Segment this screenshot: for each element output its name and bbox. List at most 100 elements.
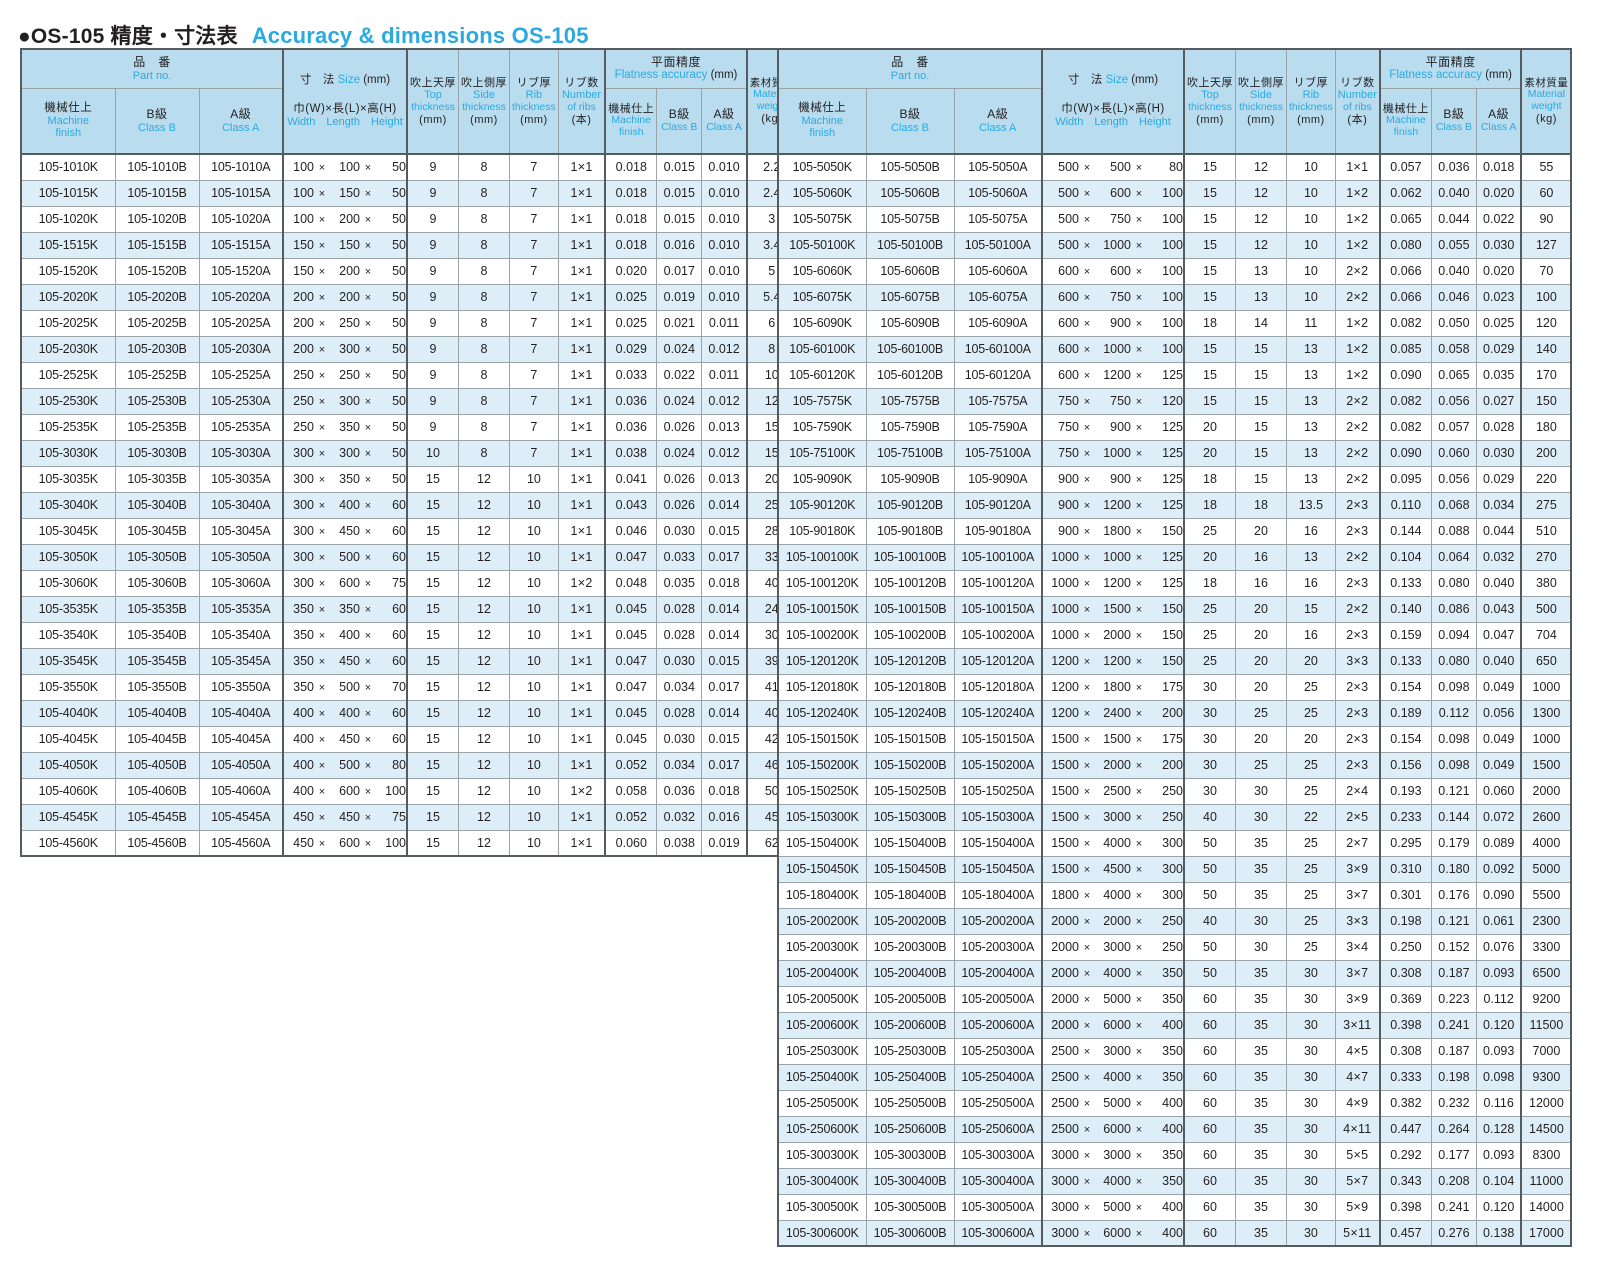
table-row[interactable]: 105-4060K 105-4060B 105-4060A 400 × 600 × 100 15…: [20, 777, 798, 805]
table-row[interactable]: 105-90180K 105-90180B 105-90180A 900 × 1800 × 1…: [777, 517, 1572, 545]
cell-side-thickness: 15: [1235, 413, 1287, 441]
table-row[interactable]: 105-100100K 105-100100B 105-100100A 1000 × 10…: [777, 543, 1572, 571]
cell-flatness-machine-finish: 0.018: [604, 231, 658, 259]
table-row[interactable]: 105-200400K 105-200400B 105-200400A 2000 × 40…: [777, 959, 1572, 987]
table-row[interactable]: 105-150450K 105-150450B 105-150450A 1500 × 45…: [777, 855, 1572, 883]
table-row[interactable]: 105-150400K 105-150400B 105-150400A 1500 × 40…: [777, 829, 1572, 857]
table-row[interactable]: 105-4050K 105-4050B 105-4050A 400 × 500 × 80 15 1…: [20, 751, 798, 779]
table-row[interactable]: 105-100150K 105-100150B 105-100150A 1000 × 15…: [777, 595, 1572, 623]
table-row[interactable]: 105-120240K 105-120240B 105-120240A 1200 × 24…: [777, 699, 1572, 727]
cell-size: 500 × 750 × 100: [1041, 205, 1185, 233]
table-row[interactable]: 105-100200K 105-100200B 105-100200A 1000 × 20…: [777, 621, 1572, 649]
table-row[interactable]: 105-4045K 105-4045B 105-4045A 400 × 450 × 60 15 1…: [20, 725, 798, 753]
table-row[interactable]: 105-3050K 105-3050B 105-3050A 300 × 500 × 60 15 1…: [20, 543, 798, 571]
table-row[interactable]: 105-300500K 105-300500B 105-300500A 3000 × 50…: [777, 1193, 1572, 1221]
table-row[interactable]: 105-1515K 105-1515B 105-1515A 150 × 150 × 50 9 8 7…: [20, 231, 798, 259]
cell-flatness-class-b: 0.058: [1430, 335, 1477, 363]
table-row[interactable]: 105-200300K 105-200300B 105-200300A 2000 × 30…: [777, 933, 1572, 961]
table-row[interactable]: 105-60100K 105-60100B 105-60100A 600 × 1000 × 1…: [777, 335, 1572, 363]
table-row[interactable]: 105-150300K 105-150300B 105-150300A 1500 × 30…: [777, 803, 1572, 831]
table-row[interactable]: 105-2530K 105-2530B 105-2530A 250 × 300 × 50 9 8 7…: [20, 387, 798, 415]
cell-top-thickness: 18: [1183, 309, 1236, 337]
table-row[interactable]: 105-180400K 105-180400B 105-180400A 1800 × 40…: [777, 881, 1572, 909]
table-row[interactable]: 105-200500K 105-200500B 105-200500A 2000 × 50…: [777, 985, 1572, 1013]
cell-machine-finish-partno: 105-2030K: [20, 335, 116, 363]
table-row[interactable]: 105-2020K 105-2020B 105-2020A 200 × 200 × 50 9 8 7…: [20, 283, 798, 311]
table-row[interactable]: 105-3060K 105-3060B 105-3060A 300 × 600 × 75 15 1…: [20, 569, 798, 597]
table-row[interactable]: 105-3040K 105-3040B 105-3040A 300 × 400 × 60 15 1…: [20, 491, 798, 519]
cell-material-weight: 14000: [1520, 1193, 1572, 1221]
table-row[interactable]: 105-1010K 105-1010B 105-1010A 100 × 100 × 50 9 8 7…: [20, 153, 798, 181]
cell-class-b-partno: 105-4545B: [114, 803, 200, 831]
table-row[interactable]: 105-60120K 105-60120B 105-60120A 600 × 1200 × 1…: [777, 361, 1572, 389]
table-row[interactable]: 105-200200K 105-200200B 105-200200A 2000 × 20…: [777, 907, 1572, 935]
table-row[interactable]: 105-3535K 105-3535B 105-3535A 350 × 350 × 60 15 1…: [20, 595, 798, 623]
table-row[interactable]: 105-50100K 105-50100B 105-50100A 500 × 1000 × 1…: [777, 231, 1572, 259]
table-row[interactable]: 105-3035K 105-3035B 105-3035A 300 × 350 × 50 15 1…: [20, 465, 798, 493]
table-row[interactable]: 105-2025K 105-2025B 105-2025A 200 × 250 × 50 9 8 7…: [20, 309, 798, 337]
cell-side-thickness: 12: [1235, 179, 1287, 207]
table-row[interactable]: 105-250600K 105-250600B 105-250600A 2500 × 60…: [777, 1115, 1572, 1143]
table-row[interactable]: 105-250400K 105-250400B 105-250400A 2500 × 40…: [777, 1063, 1572, 1091]
table-row[interactable]: 105-5075K 105-5075B 105-5075A 500 × 750 × 100 15…: [777, 205, 1572, 233]
table-row[interactable]: 105-1520K 105-1520B 105-1520A 150 × 200 × 50 9 8 7…: [20, 257, 798, 285]
table-row[interactable]: 105-6060K 105-6060B 105-6060A 600 × 600 × 100 15…: [777, 257, 1572, 285]
table-row[interactable]: 105-120180K 105-120180B 105-120180A 1200 × 18…: [777, 673, 1572, 701]
table-row[interactable]: 105-300400K 105-300400B 105-300400A 3000 × 40…: [777, 1167, 1572, 1195]
table-row[interactable]: 105-5050K 105-5050B 105-5050A 500 × 500 × 80 15 1…: [777, 153, 1572, 181]
table-row[interactable]: 105-4560K 105-4560B 105-4560A 450 × 600 × 100 15…: [20, 829, 798, 857]
table-row[interactable]: 105-250500K 105-250500B 105-250500A 2500 × 50…: [777, 1089, 1572, 1117]
table-row[interactable]: 105-9090K 105-9090B 105-9090A 900 × 900 × 125 18…: [777, 465, 1572, 493]
table-row[interactable]: 105-7575K 105-7575B 105-7575A 750 × 750 × 120 15…: [777, 387, 1572, 415]
table-row[interactable]: 105-2030K 105-2030B 105-2030A 200 × 300 × 50 9 8 7…: [20, 335, 798, 363]
table-row[interactable]: 105-75100K 105-75100B 105-75100A 750 × 1000 × 1…: [777, 439, 1572, 467]
cell-rib-thickness: 16: [1286, 517, 1336, 545]
cell-number-of-ribs: 1×1: [557, 361, 606, 389]
cell-number-of-ribs: 1×1: [557, 283, 606, 311]
table-row[interactable]: 105-200600K 105-200600B 105-200600A 2000 × 60…: [777, 1011, 1572, 1039]
table-row[interactable]: 105-250300K 105-250300B 105-250300A 2500 × 30…: [777, 1037, 1572, 1065]
table-row[interactable]: 105-150250K 105-150250B 105-150250A 1500 × 25…: [777, 777, 1572, 805]
table-row[interactable]: 105-3030K 105-3030B 105-3030A 300 × 300 × 50 10 8…: [20, 439, 798, 467]
cell-class-b-partno: 105-4040B: [114, 699, 200, 727]
table-row[interactable]: 105-7590K 105-7590B 105-7590A 750 × 900 × 125 20…: [777, 413, 1572, 441]
cell-class-a-partno: 105-150250A: [953, 777, 1043, 805]
table-row[interactable]: 105-300600K 105-300600B 105-300600A 3000 × 60…: [777, 1219, 1572, 1247]
cell-class-b-partno: 105-2025B: [114, 309, 200, 337]
table-row[interactable]: 105-4545K 105-4545B 105-4545A 450 × 450 × 75 15 1…: [20, 803, 798, 831]
cell-flatness-machine-finish: 0.038: [604, 439, 658, 467]
spec-table-right-head: 品 番 Part no. 寸 法 Size (mm) 巾(W)×長(L)×高(H…: [777, 48, 1572, 155]
cell-size: 1500 × 3000 × 250: [1041, 803, 1185, 831]
table-row[interactable]: 105-300300K 105-300300B 105-300300A 3000 × 30…: [777, 1141, 1572, 1169]
table-row[interactable]: 105-4040K 105-4040B 105-4040A 400 × 400 × 60 15 1…: [20, 699, 798, 727]
cell-top-thickness: 60: [1183, 1219, 1236, 1247]
header-flatness-class-a: A級 Class A: [1475, 88, 1522, 155]
cell-class-b-partno: 105-100200B: [865, 621, 955, 649]
cell-class-a-partno: 105-200500A: [953, 985, 1043, 1013]
cell-machine-finish-partno: 105-150250K: [777, 777, 867, 805]
table-row[interactable]: 105-3550K 105-3550B 105-3550A 350 × 500 × 70 15 1…: [20, 673, 798, 701]
table-row[interactable]: 105-1015K 105-1015B 105-1015A 100 × 150 × 50 9 8 7…: [20, 179, 798, 207]
table-row[interactable]: 105-120120K 105-120120B 105-120120A 1200 × 12…: [777, 647, 1572, 675]
table-row[interactable]: 105-150150K 105-150150B 105-150150A 1500 × 15…: [777, 725, 1572, 753]
table-row[interactable]: 105-1020K 105-1020B 105-1020A 100 × 200 × 50 9 8 7…: [20, 205, 798, 233]
table-row[interactable]: 105-3045K 105-3045B 105-3045A 300 × 450 × 60 15 1…: [20, 517, 798, 545]
cell-machine-finish-partno: 105-9090K: [777, 465, 867, 493]
header-flatness-class-b: B級 Class B: [656, 88, 703, 155]
table-row[interactable]: 105-3540K 105-3540B 105-3540A 350 × 400 × 60 15 1…: [20, 621, 798, 649]
table-row[interactable]: 105-150200K 105-150200B 105-150200A 1500 × 20…: [777, 751, 1572, 779]
cell-flatness-machine-finish: 0.110: [1378, 491, 1432, 519]
table-row[interactable]: 105-2535K 105-2535B 105-2535A 250 × 350 × 50 9 8 7…: [20, 413, 798, 441]
table-row[interactable]: 105-6090K 105-6090B 105-6090A 600 × 900 × 100 18…: [777, 309, 1572, 337]
cell-rib-thickness: 13: [1286, 465, 1336, 493]
header-rib-thickness: リブ厚 Rib thickness (mm): [509, 48, 559, 155]
cell-class-a-partno: 105-150450A: [953, 855, 1043, 883]
table-row[interactable]: 105-100120K 105-100120B 105-100120A 1000 × 12…: [777, 569, 1572, 597]
cell-flatness-class-a: 0.017: [701, 751, 748, 779]
table-row[interactable]: 105-6075K 105-6075B 105-6075A 600 × 750 × 100 15…: [777, 283, 1572, 311]
cell-class-a-partno: 105-3535A: [198, 595, 284, 623]
table-row[interactable]: 105-3545K 105-3545B 105-3545A 350 × 450 × 60 15 1…: [20, 647, 798, 675]
table-row[interactable]: 105-90120K 105-90120B 105-90120A 900 × 1200 × 1…: [777, 491, 1572, 519]
table-row[interactable]: 105-2525K 105-2525B 105-2525A 250 × 250 × 50 9 8 7…: [20, 361, 798, 389]
table-row[interactable]: 105-5060K 105-5060B 105-5060A 500 × 600 × 100 15…: [777, 179, 1572, 207]
